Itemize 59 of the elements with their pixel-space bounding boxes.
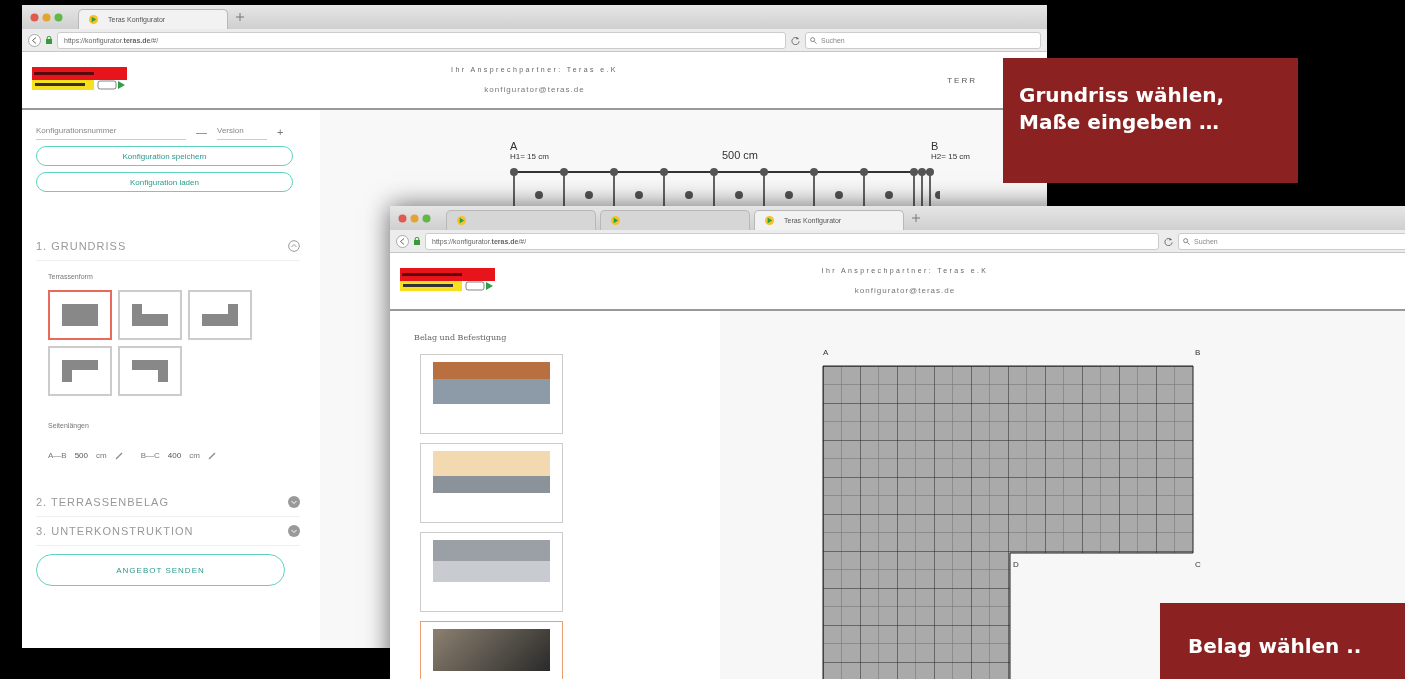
pencil-icon[interactable] [207, 451, 216, 460]
terrace-shape-icon [202, 304, 238, 326]
search-icon [810, 36, 817, 44]
unit-label: cm [96, 451, 107, 460]
section-title: 3. UNTERKONSTRUKTION [36, 525, 194, 537]
section-title: 1. GRUNDRISS [36, 240, 127, 252]
send-offer-button[interactable]: ANGEBOT SENDEN [36, 554, 285, 586]
edge-label: B—C [140, 451, 160, 460]
product-card[interactable] [420, 621, 563, 679]
favicon-icon [89, 15, 98, 24]
span-label: 500 cm [721, 149, 759, 161]
window-controls-drawing [30, 12, 64, 22]
corner-label: B [931, 140, 940, 152]
length-value[interactable]: 500 [74, 451, 89, 460]
email-text: konfigurator@teras.de [484, 85, 585, 94]
reload-icon[interactable] [791, 35, 800, 45]
back-icon[interactable] [396, 234, 409, 248]
caption-banner: Grundriss wählen, Maße eingeben … [1003, 58, 1298, 183]
config-number-field[interactable]: Konfigurationsnummer [36, 124, 186, 140]
corner-label: A [510, 140, 519, 152]
header-text: TERR [947, 75, 977, 85]
favicon-icon [765, 216, 774, 225]
caption-banner: Belag wählen .. [1160, 603, 1405, 679]
shape-option[interactable] [188, 290, 252, 340]
pill-button[interactable]: Konfiguration laden [36, 172, 293, 192]
collapse-icon[interactable] [288, 240, 300, 252]
search-icon [1183, 237, 1190, 245]
expand-icon[interactable] [288, 496, 300, 508]
reload-icon[interactable] [1164, 236, 1173, 246]
lock-icon [46, 36, 52, 44]
section-title: 2. TERRASSENBELAG [36, 496, 169, 508]
edge-label: A—B [48, 451, 67, 460]
new-tab-icon[interactable] [912, 214, 920, 222]
favicon-icon [457, 216, 466, 225]
height-label: H2= 15 cm [931, 152, 970, 161]
pencil-icon[interactable] [114, 451, 123, 460]
pill-button[interactable]: Konfiguration speichern [36, 146, 293, 166]
height-label: H1= 15 cm [510, 152, 549, 161]
shape-option[interactable] [118, 346, 182, 396]
shape-option[interactable] [48, 290, 112, 340]
shape-option[interactable] [118, 290, 182, 340]
version-field[interactable]: Version [217, 124, 267, 140]
shape-option[interactable] [48, 346, 112, 396]
email-text: konfigurator@teras.de [854, 286, 956, 295]
length-value[interactable]: 400 [167, 451, 182, 460]
minus-button[interactable]: — [196, 126, 207, 138]
new-tab-icon[interactable] [236, 13, 244, 21]
terrace-shape-icon [132, 304, 168, 326]
unit-label: cm [189, 451, 200, 460]
lock-icon [414, 237, 420, 245]
panel-title: Belag und Befestigung [414, 333, 508, 342]
terrace-shape-icon [62, 360, 98, 382]
favicon-icon [611, 216, 620, 225]
terrace-shape-icon [132, 360, 168, 382]
terrace-shape-icon [62, 304, 98, 326]
expand-icon[interactable] [288, 525, 300, 537]
back-icon[interactable] [28, 33, 41, 47]
window-controls-drawing [398, 213, 432, 223]
plus-button[interactable]: + [277, 126, 284, 138]
